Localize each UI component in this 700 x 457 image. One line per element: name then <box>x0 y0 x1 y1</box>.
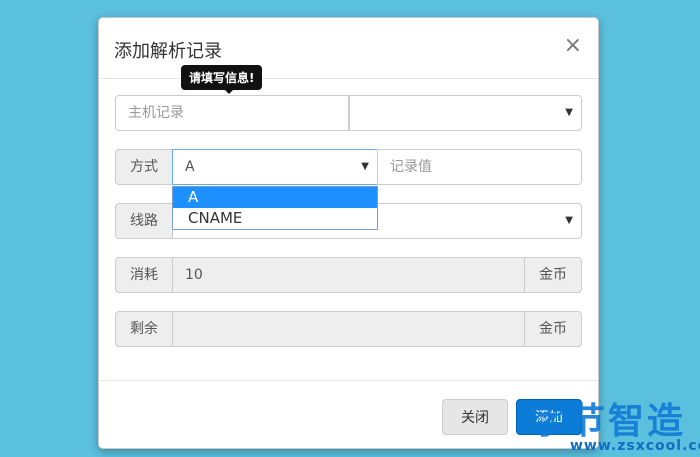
close-button[interactable]: 关闭 <box>442 399 508 435</box>
record-value-input[interactable]: 记录值 <box>377 149 582 185</box>
cost-label: 消耗 <box>115 257 173 293</box>
domain-select[interactable]: ▼ <box>348 95 582 131</box>
dropdown-option-a[interactable]: A <box>173 187 377 208</box>
type-label: 方式 <box>115 149 173 185</box>
modal-header: 添加解析记录 × <box>99 18 598 79</box>
type-select[interactable]: A ▼ <box>172 149 378 185</box>
type-select-value: A <box>185 159 195 175</box>
dropdown-option-cname[interactable]: CNAME <box>173 208 377 229</box>
cost-value: 10 <box>172 257 525 293</box>
modal-title: 添加解析记录 <box>114 41 222 62</box>
tooltip-arrow <box>224 89 234 94</box>
add-button[interactable]: 添加 <box>516 399 582 435</box>
line-label: 线路 <box>115 203 173 239</box>
balance-value <box>172 311 525 347</box>
chevron-down-icon: ▼ <box>361 161 369 172</box>
cost-unit: 金币 <box>524 257 582 293</box>
balance-unit: 金币 <box>524 311 582 347</box>
host-record-input[interactable]: 主机记录 <box>115 95 349 131</box>
type-dropdown-list: A CNAME <box>172 186 378 230</box>
modal-footer: 关闭 添加 <box>99 380 598 448</box>
balance-label: 剩余 <box>115 311 173 347</box>
validation-tooltip: 请填写信息! <box>181 65 263 94</box>
tooltip-text: 请填写信息! <box>181 65 263 90</box>
close-icon[interactable]: × <box>564 35 582 57</box>
chevron-down-icon: ▼ <box>565 107 573 118</box>
chevron-down-icon: ▼ <box>565 215 573 226</box>
add-record-modal: 添加解析记录 × 主机记录 ▼ 请填写信息! 方式 A ▼ 记录值 线路 ▼ 消… <box>98 17 599 449</box>
